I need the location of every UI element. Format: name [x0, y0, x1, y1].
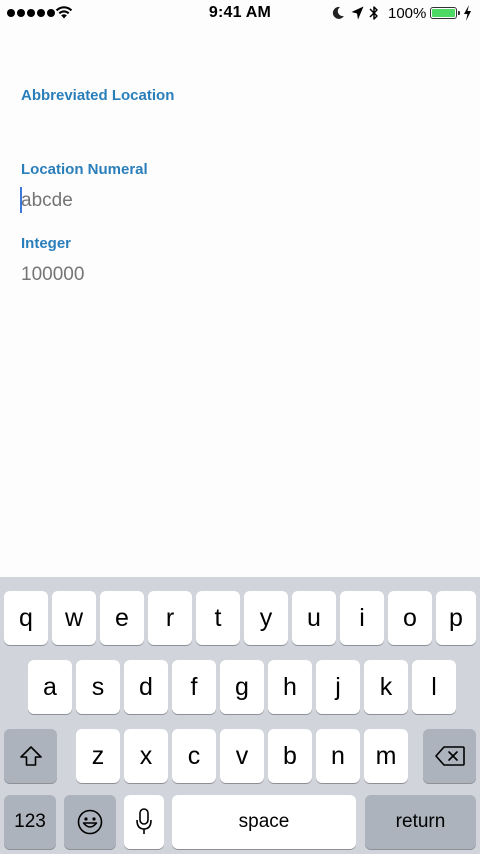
- key-f[interactable]: f: [172, 660, 216, 714]
- key-s[interactable]: s: [76, 660, 120, 714]
- key-l[interactable]: l: [412, 660, 456, 714]
- key-t[interactable]: t: [196, 591, 240, 645]
- key-b[interactable]: b: [268, 729, 312, 783]
- emoji-icon: [77, 809, 103, 835]
- key-a[interactable]: a: [28, 660, 72, 714]
- location-numeral-label: Location Numeral: [21, 161, 148, 178]
- key-q[interactable]: q: [4, 591, 48, 645]
- space-key[interactable]: space: [172, 795, 356, 849]
- integer-label: Integer: [21, 235, 72, 252]
- location-services-icon: [351, 6, 364, 20]
- key-w[interactable]: w: [52, 591, 96, 645]
- key-c[interactable]: c: [172, 729, 216, 783]
- key-e[interactable]: e: [100, 591, 144, 645]
- abbreviated-location-input[interactable]: [21, 121, 441, 143]
- abbreviated-location-label: Abbreviated Location: [21, 87, 175, 104]
- key-m[interactable]: m: [364, 729, 408, 783]
- screen: 9:41 AM 100% Abbreviated Location Locati…: [0, 0, 480, 854]
- key-h[interactable]: h: [268, 660, 312, 714]
- key-x[interactable]: x: [124, 729, 168, 783]
- emoji-key[interactable]: [64, 795, 116, 849]
- do-not-disturb-moon-icon: [332, 6, 344, 19]
- key-g[interactable]: g: [220, 660, 264, 714]
- key-r[interactable]: r: [148, 591, 192, 645]
- key-n[interactable]: n: [316, 729, 360, 783]
- key-j[interactable]: j: [316, 660, 360, 714]
- key-k[interactable]: k: [364, 660, 408, 714]
- bluetooth-icon: [369, 6, 378, 20]
- shift-icon: [19, 746, 42, 766]
- charging-bolt-icon: [464, 5, 471, 21]
- backspace-icon: [434, 746, 465, 766]
- shift-key[interactable]: [4, 729, 57, 783]
- dictation-key[interactable]: [124, 795, 164, 849]
- return-key[interactable]: return: [365, 795, 476, 849]
- key-y[interactable]: y: [244, 591, 288, 645]
- on-screen-keyboard: q w e r t y u i o p a s d f g h j k l z …: [0, 577, 480, 854]
- key-u[interactable]: u: [292, 591, 336, 645]
- key-p[interactable]: p: [436, 591, 476, 645]
- key-z[interactable]: z: [76, 729, 120, 783]
- integer-input[interactable]: [21, 264, 441, 286]
- microphone-icon: [136, 808, 152, 834]
- battery-icon: [430, 7, 460, 19]
- numbers-key[interactable]: 123: [4, 795, 56, 849]
- key-i[interactable]: i: [340, 591, 384, 645]
- battery-percentage: 100%: [388, 5, 427, 22]
- location-numeral-input[interactable]: [21, 190, 441, 212]
- key-o[interactable]: o: [388, 591, 432, 645]
- key-v[interactable]: v: [220, 729, 264, 783]
- status-bar: 9:41 AM 100%: [0, 0, 480, 28]
- key-d[interactable]: d: [124, 660, 168, 714]
- backspace-key[interactable]: [423, 729, 476, 783]
